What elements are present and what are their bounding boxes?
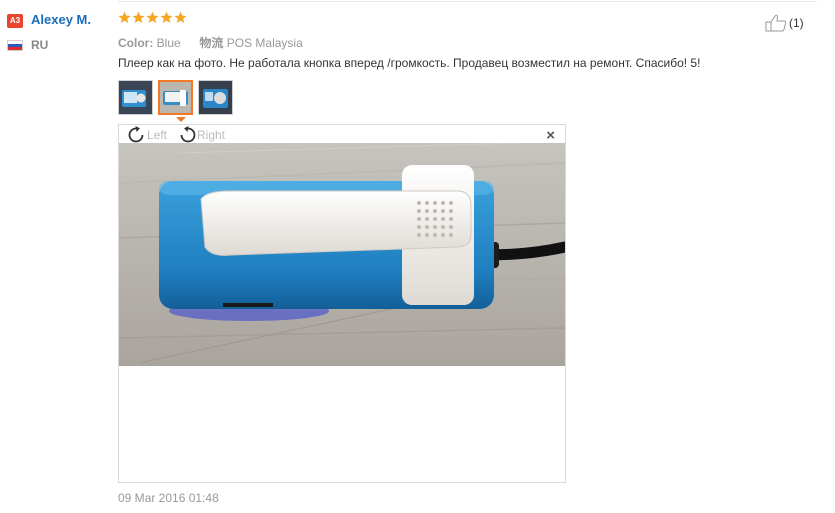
color-value: Blue (156, 36, 181, 50)
review-date: 09 Mar 2016 01:48 (118, 491, 219, 505)
helpful-count: (1) (789, 16, 804, 30)
thumbs-up-icon (765, 14, 787, 32)
color-label: Color: (118, 36, 154, 50)
selected-thumbnail-caret (176, 117, 186, 122)
rotate-right-label: Right (197, 128, 226, 142)
photo-thumbnail-selected[interactable] (158, 80, 193, 115)
photo-viewer: Left Right × (118, 124, 566, 483)
shipping-label: 物流 (199, 36, 224, 50)
user-level-badge: A3 (7, 14, 23, 28)
divider-line (118, 1, 817, 2)
country-flag-icon (7, 40, 23, 51)
close-viewer-button[interactable]: × (546, 127, 555, 144)
star-icon (160, 11, 173, 24)
star-icon (118, 11, 131, 24)
reviewer-name[interactable]: Alexey M. (31, 12, 91, 27)
rotate-right-button[interactable]: Right (177, 126, 225, 144)
rotate-right-icon (180, 126, 196, 143)
photo-thumbnail[interactable] (118, 80, 153, 115)
star-icon (174, 11, 187, 24)
shipping-value: POS Malaysia (226, 36, 303, 50)
review-text: Плеер как на фото. Не работала кнопка вп… (118, 56, 701, 70)
reviewer-country: RU (31, 38, 49, 52)
photo-thumbnails (118, 80, 233, 115)
star-icon (132, 11, 145, 24)
review-attributes: Color: Blue 物流 POS Malaysia (118, 34, 303, 51)
rotate-left-icon (128, 126, 144, 143)
photo-thumbnail[interactable] (198, 80, 233, 115)
helpful-button[interactable]: (1) (765, 14, 804, 32)
star-icon (146, 11, 159, 24)
review-photo (119, 143, 565, 366)
rotate-left-label: Left (147, 128, 168, 142)
star-rating (118, 11, 187, 24)
rotate-left-button[interactable]: Left (127, 126, 167, 144)
